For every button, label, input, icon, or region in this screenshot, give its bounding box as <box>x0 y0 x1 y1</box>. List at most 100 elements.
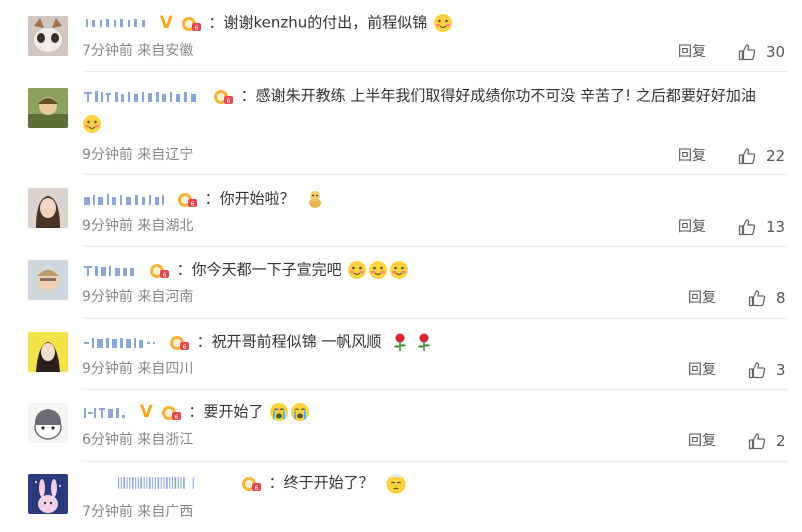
comment-item: 6 ：你开始啦？ 9分钟前 来自湖北 回复 13 <box>0 175 802 247</box>
username-redacted[interactable] <box>82 475 232 491</box>
comment-source: 来自四川 <box>137 361 194 377</box>
comment-time: 9分钟前 <box>82 218 133 234</box>
fan-badge-icon: 6 <box>161 405 181 421</box>
comment-item: 6 ：祝开哥前程似锦 一帆风顺 9分钟前 来自四川 回复 3 <box>0 319 802 390</box>
comment-time: 7分钟前 <box>82 43 133 59</box>
fan-badge-icon: 6 <box>181 16 201 32</box>
reply-button[interactable]: 回复 <box>688 360 716 380</box>
comment-meta: 9分钟前 来自辽宁 <box>82 145 193 165</box>
thumbs-up-icon <box>738 219 756 236</box>
svg-text:6: 6 <box>190 201 194 208</box>
comment-body: V 6 ：要开始了 <box>82 397 788 426</box>
comment-text: ：终于开始了？ <box>268 473 374 492</box>
avatar[interactable] <box>28 474 68 514</box>
doge-emoji-icon <box>309 190 322 208</box>
avatar[interactable] <box>28 188 68 228</box>
svg-text:6: 6 <box>254 485 258 492</box>
fan-badge-icon: 6 <box>177 192 197 208</box>
comment-item: 6 ：感谢朱开教练 上半年我们取得好成绩你功不可没 辛苦了! 之后都要好好加油 … <box>0 72 802 175</box>
rose-icon <box>394 333 407 351</box>
avatar[interactable] <box>28 88 68 128</box>
comment-text: ：要开始了 <box>188 402 264 421</box>
thumbs-up-icon <box>738 44 756 61</box>
comment-text: ：祝开哥前程似锦 一帆风顺 <box>196 332 382 351</box>
comment-source: 来自河南 <box>137 289 194 305</box>
comment-body: V 6 ：谢谢kenzhu的付出，前程似锦 <box>82 8 788 37</box>
like-button[interactable]: 30 <box>738 42 785 62</box>
like-count: 30 <box>766 43 786 61</box>
like-count: 22 <box>766 147 786 165</box>
comment-time: 9分钟前 <box>82 361 133 377</box>
username-redacted[interactable] <box>82 15 152 31</box>
comment-source: 来自湖北 <box>137 218 194 234</box>
reply-button[interactable]: 回复 <box>678 42 706 62</box>
like-button[interactable]: 3 <box>748 360 786 380</box>
fan-badge-icon: 6 <box>169 335 189 351</box>
comment-text: ：感谢朱开教练 上半年我们取得好成绩你功不可没 辛苦了! 之后都要好好加油 <box>240 86 756 105</box>
username-redacted[interactable] <box>82 334 160 350</box>
comment-item: V 6 ：谢谢kenzhu的付出，前程似锦 7分钟前 来自安徽 回复 30 <box>0 0 802 72</box>
username-redacted[interactable] <box>82 88 204 104</box>
rose-icon <box>418 333 431 351</box>
blush-emoji-icon <box>348 260 367 279</box>
fan-badge-icon: 6 <box>241 476 261 492</box>
avatar[interactable] <box>28 403 68 443</box>
comment-time: 9分钟前 <box>82 147 133 163</box>
like-button[interactable]: 13 <box>738 217 785 237</box>
thumbs-up-icon <box>748 290 766 307</box>
comment-text: ：谢谢kenzhu的付出，前程似锦 <box>208 13 428 32</box>
thumbs-up-icon <box>748 433 766 450</box>
comment-time: 9分钟前 <box>82 289 133 305</box>
username-redacted[interactable] <box>82 191 168 207</box>
like-count: 3 <box>776 361 786 379</box>
comment-item: 6 ：你今天都一下子宣完吧 9分钟前 来自河南 回复 8 <box>0 247 802 319</box>
avatar[interactable] <box>28 332 68 372</box>
comment-meta: 7分钟前 来自安徽 <box>82 41 193 61</box>
comment-source: 来自安徽 <box>137 43 194 59</box>
like-button[interactable]: 8 <box>748 288 786 308</box>
username-redacted[interactable] <box>82 404 132 420</box>
blush-emoji-icon <box>390 260 409 279</box>
verified-badge-icon: V <box>159 12 173 33</box>
comment-source: 来自辽宁 <box>137 147 194 163</box>
blush-emoji-icon <box>83 115 101 133</box>
comment-source: 来自广西 <box>137 504 194 520</box>
comment-meta: 7分钟前 来自广西 <box>82 502 193 522</box>
comment-body: 6 ：终于开始了？ <box>82 468 788 497</box>
comment-item: 6 ：终于开始了？ 7分钟前 来自广西 <box>0 462 802 532</box>
comment-time: 7分钟前 <box>82 504 133 520</box>
svg-text:6: 6 <box>194 25 198 32</box>
comment-meta: 9分钟前 来自河南 <box>82 287 193 307</box>
thumbs-up-icon <box>748 362 766 379</box>
verified-badge-icon: V <box>139 401 153 422</box>
like-count: 8 <box>776 289 786 307</box>
comment-body: 6 ：你今天都一下子宣完吧 <box>82 255 788 284</box>
comment-source: 来自浙江 <box>137 432 194 448</box>
svg-text:6: 6 <box>226 98 230 105</box>
svg-text:6: 6 <box>182 344 186 351</box>
reply-button[interactable]: 回复 <box>688 431 716 451</box>
blush-emoji-icon <box>434 13 453 32</box>
comment-meta: 9分钟前 来自湖北 <box>82 216 193 236</box>
comment-body: 6 ：祝开哥前程似锦 一帆风顺 <box>82 327 788 356</box>
comment-meta: 6分钟前 来自浙江 <box>82 430 193 450</box>
reply-button[interactable]: 回复 <box>688 288 716 308</box>
thumbs-up-icon <box>738 148 756 165</box>
avatar[interactable] <box>28 16 68 56</box>
comment-text: ：你开始啦？ <box>204 189 295 208</box>
thinking-emoji-icon <box>386 473 406 494</box>
like-button[interactable]: 2 <box>748 431 786 451</box>
like-count: 13 <box>766 218 786 236</box>
comment-meta: 9分钟前 来自四川 <box>82 359 193 379</box>
avatar[interactable] <box>28 260 68 300</box>
fan-badge-icon: 6 <box>149 263 169 279</box>
reply-button[interactable]: 回复 <box>678 217 706 237</box>
like-count: 2 <box>776 432 786 450</box>
blush-emoji-icon <box>369 260 388 279</box>
reply-button[interactable]: 回复 <box>678 146 706 166</box>
comment-time: 6分钟前 <box>82 432 133 448</box>
svg-text:6: 6 <box>174 414 178 421</box>
like-button[interactable]: 22 <box>738 146 785 166</box>
username-redacted[interactable] <box>82 262 140 278</box>
fan-badge-icon: 6 <box>213 89 233 105</box>
